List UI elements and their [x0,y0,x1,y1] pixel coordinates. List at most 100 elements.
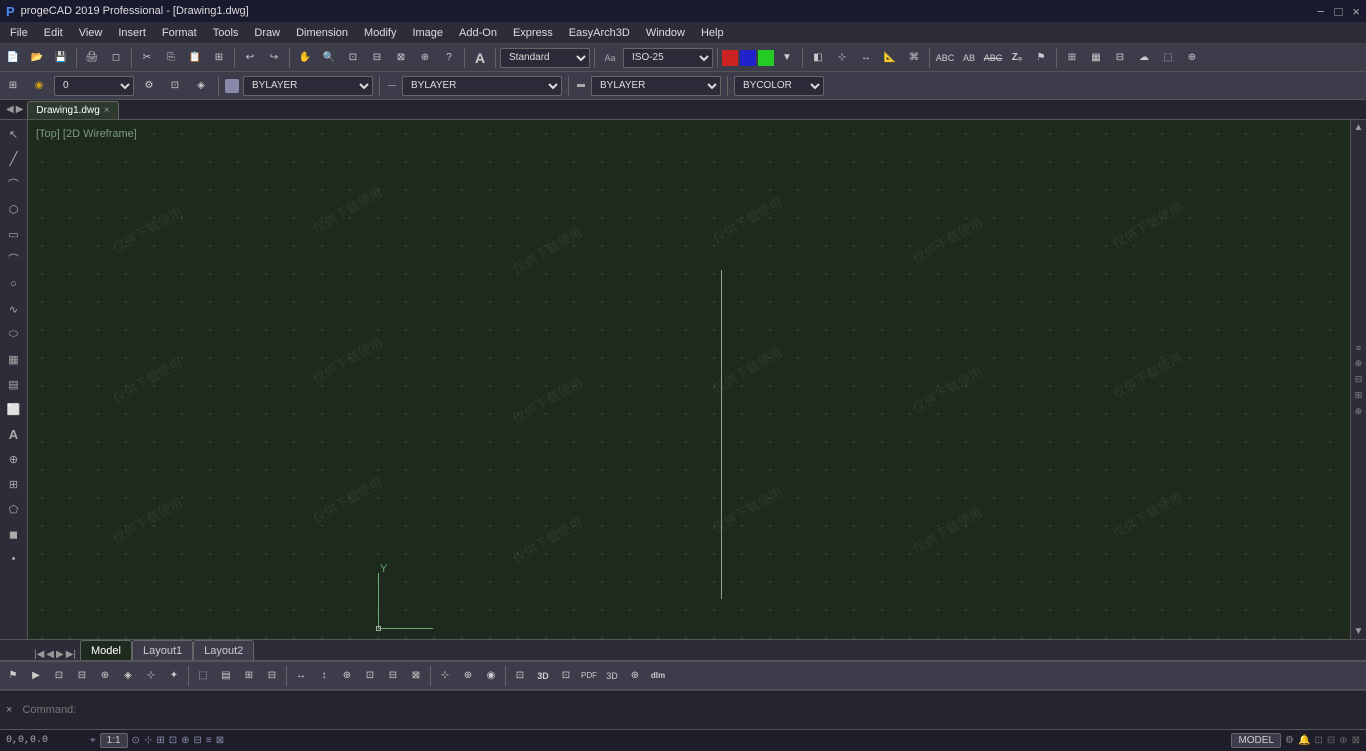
scroll-up-btn[interactable]: ▲ [1354,122,1364,133]
menu-help[interactable]: Help [693,25,732,41]
bt-btn7[interactable]: ⊹ [140,665,162,687]
matchprop-button[interactable]: ⊞ [208,47,230,69]
preview-button[interactable]: ◻ [105,47,127,69]
spell-btn[interactable]: ABC [934,47,956,69]
insert-btn[interactable]: ⚑ [1030,47,1052,69]
bt-btn5[interactable]: ⊕ [94,665,116,687]
tool-spline[interactable]: ∿ [2,297,26,321]
cut-button[interactable]: ✂ [136,47,158,69]
bt-btn10[interactable]: ▤ [215,665,237,687]
rp-btn5[interactable]: ⊕ [1352,405,1366,419]
layer-select[interactable]: 0 [54,76,134,96]
paste-button[interactable]: 📋 [184,47,206,69]
menu-window[interactable]: Window [638,25,693,41]
tool-solid[interactable]: ◼ [2,522,26,546]
rp-btn3[interactable]: ⊟ [1352,373,1366,387]
rp-btn4[interactable]: ⊞ [1352,389,1366,403]
menu-dimension[interactable]: Dimension [288,25,356,41]
color-select[interactable]: BYLAYER [243,76,373,96]
tool-circle[interactable]: ○ [2,272,26,296]
measure-btn[interactable]: 📐 [879,47,901,69]
cal-btn[interactable]: ⌘ [903,47,925,69]
bt-btn28[interactable]: dlm [647,665,669,687]
print-button[interactable]: 🖨 [81,47,103,69]
bt-btn23[interactable]: 3D [532,665,554,687]
tool-region[interactable]: ⬜ [2,397,26,421]
tab-prev[interactable]: ◀ [6,104,14,115]
rp-btn2[interactable]: ⊕ [1352,357,1366,371]
tool-attdef[interactable]: ⊞ [2,472,26,496]
menu-easyarch3d[interactable]: EasyArch3D [561,25,638,41]
bt-btn21[interactable]: ◉ [480,665,502,687]
menu-modify[interactable]: Modify [356,25,404,41]
bt-btn17[interactable]: ⊟ [382,665,404,687]
bt-btn19[interactable]: ⊹ [434,665,456,687]
layout-tab-prev1[interactable]: |◀ [34,649,44,660]
font-select[interactable]: ISO-25 [623,48,713,68]
layout-tab-next1[interactable]: ▶ [56,649,64,660]
layout-tab-next2[interactable]: ▶| [66,649,76,660]
bt-btn1[interactable]: ⚑ [2,665,24,687]
tab-layout2[interactable]: Layout2 [193,640,254,660]
color-swatch[interactable] [225,79,239,93]
redo-button[interactable]: ↪ [263,47,285,69]
tool-ellipse[interactable]: ⬭ [2,322,26,346]
scroll-down-btn[interactable]: ▼ [1354,626,1364,637]
dist-btn[interactable]: ↔ [855,47,877,69]
tool-polygon[interactable]: ⬡ [2,197,26,221]
menu-tools[interactable]: Tools [205,25,247,41]
close-button[interactable]: × [1352,4,1360,19]
bt-btn4[interactable]: ⊟ [71,665,93,687]
layer-manager-btn[interactable]: ⊞ [2,75,24,97]
menu-view[interactable]: View [71,25,111,41]
menu-image[interactable]: Image [404,25,451,41]
menu-draw[interactable]: Draw [246,25,288,41]
bt-btn16[interactable]: ⊡ [359,665,381,687]
bt-btn26[interactable]: 3D [601,665,623,687]
lineweight-select[interactable]: BYLAYER [591,76,721,96]
bt-btn6[interactable]: ◈ [117,665,139,687]
tool-3dface[interactable]: ⬠ [2,497,26,521]
help-button[interactable]: ? [438,47,460,69]
menu-edit[interactable]: Edit [36,25,71,41]
scale-btn[interactable]: 1:1 [100,733,128,748]
tab-next[interactable]: ▶ [16,104,24,115]
command-input[interactable] [18,700,1360,720]
model-btn[interactable]: MODEL [1231,733,1281,748]
settings-icon[interactable]: ⚙ [1285,735,1294,746]
cloud-btn[interactable]: ☁ [1133,47,1155,69]
wipeout-btn[interactable]: ⬚ [1157,47,1179,69]
table-btn[interactable]: ⊞ [1061,47,1083,69]
bt-btn11[interactable]: ⊞ [238,665,260,687]
menu-addon[interactable]: Add-On [451,25,505,41]
plotstyle-select[interactable]: BYCOLOR [734,76,824,96]
bt-btn22[interactable]: ⊡ [509,665,531,687]
command-line[interactable]: × [0,690,1366,729]
zoom-realtime-button[interactable]: 🔍 [318,47,340,69]
layer-walk-btn[interactable]: ◈ [190,75,212,97]
zoom-all-button[interactable]: ⊕ [414,47,436,69]
field-btn[interactable]: ⊟ [1109,47,1131,69]
bt-btn18[interactable]: ⊠ [405,665,427,687]
linetype-select[interactable]: BYLAYER [402,76,562,96]
copy-button[interactable]: ⎘ [160,47,182,69]
save-button[interactable]: 💾 [50,47,72,69]
snap-btn[interactable]: ⊹ [831,47,853,69]
menu-file[interactable]: File [2,25,36,41]
spell2-btn[interactable]: AB [958,47,980,69]
tool-gradient[interactable]: ▤ [2,372,26,396]
bt-btn20[interactable]: ⊕ [457,665,479,687]
num-btn[interactable]: Z₀ [1006,47,1028,69]
menu-express[interactable]: Express [505,25,561,41]
canvas-area[interactable]: 仅供下载使用 仅供下载使用 仅供下载使用 仅供下载使用 仅供下载使用 仅供下载使… [28,120,1350,639]
compass-btn[interactable]: ⊕ [1181,47,1203,69]
tool-hatch[interactable]: ▦ [2,347,26,371]
tool-point[interactable]: • [2,547,26,571]
cmd-x-icon[interactable]: × [6,704,12,716]
bt-btn15[interactable]: ⊕ [336,665,358,687]
color-btn3[interactable] [758,50,774,66]
bt-btn3[interactable]: ⊡ [48,665,70,687]
doc-tab-drawing1[interactable]: Drawing1.dwg × [27,101,118,119]
bt-btn2[interactable]: ▶ [25,665,47,687]
zoom-window-button[interactable]: ⊡ [342,47,364,69]
